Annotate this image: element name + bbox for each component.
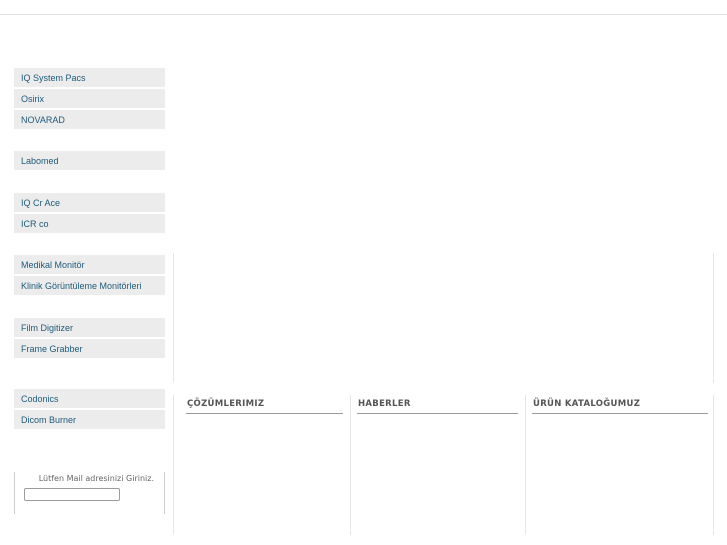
section-title-solutions: ÇÖZÜMLERIMIZ [187,399,265,409]
sidebar-item-labomed[interactable]: Labomed [14,151,165,171]
column-divider-right [713,395,714,535]
sidebar-item-novarad[interactable]: NOVARAD [14,110,165,130]
content-frame-right [713,253,714,383]
section-underline-solutions [186,413,343,414]
sidebar-item-osirix[interactable]: Osirix [14,89,165,109]
sidebar-item-icr-co[interactable]: ICR co [14,214,165,234]
sidebar-item-klinik-goruntuleme-monitorleri[interactable]: Klinik Görüntüleme Monitörleri [14,276,165,296]
sidebar-item-iq-system-pacs[interactable]: IQ System Pacs [14,68,165,88]
sidebar-item-codonics[interactable]: Codonics [14,389,165,409]
sidebar-item-dicom-burner[interactable]: Dicom Burner [14,410,165,430]
column-divider-news [525,395,526,535]
sidebar-item-iq-cr-ace[interactable]: IQ Cr Ace [14,193,165,213]
content-frame-left [173,253,174,383]
column-divider-solutions [350,395,351,535]
section-title-catalog: ÜRÜN KATALOĞUMUZ [533,399,641,409]
section-underline-catalog [532,413,708,414]
newsletter-label: Lütfen Mail adresinizi Giriniz. [38,474,154,483]
column-divider-left [173,395,174,535]
sidebar-item-medikal-monitor[interactable]: Medikal Monitör [14,255,165,275]
sidebar-item-frame-grabber[interactable]: Frame Grabber [14,339,165,359]
email-input[interactable] [24,488,120,501]
section-underline-news [357,413,518,414]
newsletter-box: Lütfen Mail adresinizi Giriniz. [14,472,165,514]
section-title-news: HABERLER [358,399,411,409]
header-divider [0,14,727,15]
sidebar-item-film-digitizer[interactable]: Film Digitizer [14,318,165,338]
